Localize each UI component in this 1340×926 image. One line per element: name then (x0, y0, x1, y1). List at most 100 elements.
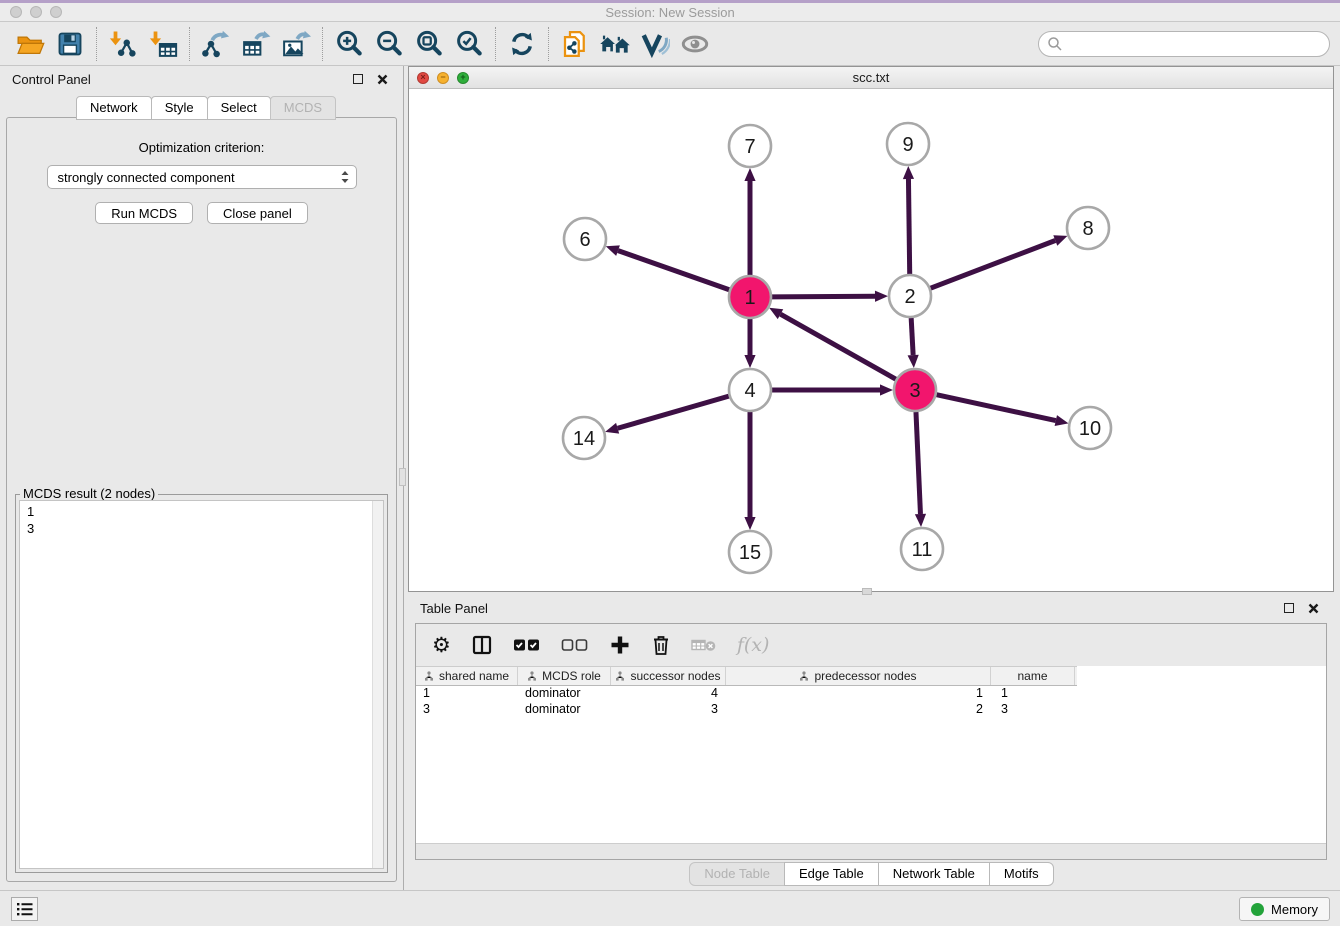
result-scrollbar[interactable] (372, 501, 383, 868)
graph-edge-4-14[interactable] (618, 396, 729, 428)
column-type-icon (799, 671, 809, 681)
export-image-button[interactable] (276, 25, 316, 63)
cell-shared-name[interactable]: 3 (416, 702, 518, 718)
table-tabs: Node Table Edge Table Network Table Moti… (408, 862, 1334, 886)
graph-edge-1-6[interactable] (618, 251, 729, 290)
cell-successor-nodes[interactable]: 4 (611, 686, 726, 702)
show-columns-button[interactable] (471, 634, 493, 656)
run-mcds-button[interactable]: Run MCDS (95, 202, 193, 224)
tab-network-table[interactable]: Network Table (878, 862, 990, 886)
zoom-out-button[interactable] (369, 25, 409, 63)
import-network-button[interactable] (103, 25, 143, 63)
trash-icon (651, 634, 671, 656)
graph-node-label: 7 (744, 136, 755, 158)
graph-edge-2-8[interactable] (931, 240, 1056, 288)
apply-style-button[interactable] (635, 25, 675, 63)
tab-style[interactable]: Style (151, 96, 208, 120)
tab-select[interactable]: Select (207, 96, 271, 120)
table-horizontal-scrollbar[interactable] (416, 843, 1326, 859)
column-header-predecessor-nodes[interactable]: predecessor nodes (726, 667, 991, 685)
refresh-icon (508, 30, 536, 58)
column-header-mcds-role[interactable]: MCDS role (518, 667, 611, 685)
vertical-splitter-grip[interactable] (399, 468, 406, 486)
tab-motifs[interactable]: Motifs (989, 862, 1054, 886)
graph-edge-arrowhead (903, 166, 914, 179)
cell-mcds-role[interactable]: dominator (518, 686, 611, 702)
float-panel-button[interactable] (349, 70, 367, 88)
close-icon (1308, 603, 1319, 614)
float-table-panel-button[interactable] (1280, 599, 1298, 617)
tab-mcds[interactable]: MCDS (270, 96, 336, 120)
show-hide-button[interactable] (675, 25, 715, 63)
close-table-panel-button[interactable] (1304, 599, 1322, 617)
graph-edge-arrowhead (744, 355, 755, 368)
tab-edge-table[interactable]: Edge Table (784, 862, 879, 886)
table-row[interactable]: 3 dominator 3 2 3 (416, 702, 1326, 718)
graph-edge-3-10[interactable] (936, 395, 1055, 421)
cell-successor-nodes[interactable]: 3 (611, 702, 726, 718)
criterion-dropdown[interactable]: strongly connected component (47, 165, 357, 189)
cell-predecessor-nodes[interactable]: 1 (726, 686, 991, 702)
function-builder-button[interactable]: f(x) (737, 634, 770, 656)
graph-edge-1-2[interactable] (772, 296, 875, 297)
import-table-button[interactable] (143, 25, 183, 63)
export-network-button[interactable] (196, 25, 236, 63)
open-folder-icon (15, 29, 45, 59)
create-column-button[interactable] (609, 634, 631, 656)
delete-table-button[interactable] (691, 637, 717, 653)
save-icon (56, 30, 84, 58)
cell-predecessor-nodes[interactable]: 2 (726, 702, 991, 718)
search-input[interactable] (1063, 36, 1321, 51)
apply-layout-button[interactable] (502, 25, 542, 63)
memory-status-icon (1251, 903, 1264, 916)
cell-name[interactable]: 1 (991, 686, 1075, 702)
zoom-selected-button[interactable] (449, 25, 489, 63)
tab-node-table[interactable]: Node Table (689, 862, 785, 886)
save-session-button[interactable] (50, 25, 90, 63)
home-button[interactable] (595, 25, 635, 63)
eye-icon (679, 29, 711, 59)
column-header-successor-nodes[interactable]: successor nodes (611, 667, 726, 685)
clone-network-button[interactable] (555, 25, 595, 63)
deselect-all-button[interactable] (561, 637, 589, 653)
network-window-titlebar[interactable]: × − + scc.txt (409, 67, 1333, 89)
close-panel-button-mcds[interactable]: Close panel (207, 202, 308, 224)
memory-button[interactable]: Memory (1239, 897, 1330, 921)
mcds-result-list[interactable]: 1 3 (19, 500, 384, 869)
graph-edge-arrowhead (915, 514, 926, 527)
select-all-button[interactable] (513, 637, 541, 653)
table-row[interactable]: 1 dominator 4 1 1 (416, 686, 1326, 702)
table-settings-button[interactable]: ⚙ (432, 635, 451, 656)
graph-edge-3-11[interactable] (916, 412, 920, 514)
tab-network[interactable]: Network (76, 96, 152, 120)
float-icon (1284, 603, 1294, 613)
dropdown-stepper-icon (340, 169, 350, 185)
column-header-name[interactable]: name (991, 667, 1075, 685)
column-header-shared-name[interactable]: shared name (416, 667, 518, 685)
delete-table-icon (691, 637, 717, 653)
graph-edge-3-1[interactable] (780, 314, 895, 379)
network-canvas[interactable]: 7968124314101511 (409, 89, 1333, 590)
search-box[interactable] (1038, 31, 1330, 57)
graph-edge-2-9[interactable] (908, 179, 909, 274)
mcds-result-title: MCDS result (2 nodes) (20, 486, 158, 501)
export-table-button[interactable] (236, 25, 276, 63)
control-panel-tabs: Network Style Select MCDS (76, 96, 335, 120)
cell-name[interactable]: 3 (991, 702, 1075, 718)
cell-shared-name[interactable]: 1 (416, 686, 518, 702)
graph-node-label: 4 (744, 380, 755, 402)
search-icon (1047, 36, 1063, 52)
task-history-button[interactable] (11, 897, 38, 921)
graph-edge-2-3[interactable] (911, 318, 913, 355)
export-image-icon (281, 29, 311, 59)
cell-mcds-role[interactable]: dominator (518, 702, 611, 718)
delete-column-button[interactable] (651, 634, 671, 656)
zoom-in-button[interactable] (329, 25, 369, 63)
column-type-icon (424, 671, 434, 681)
zoom-fit-button[interactable] (409, 25, 449, 63)
open-session-button[interactable] (10, 25, 50, 63)
clone-network-icon (560, 29, 590, 59)
optimization-criterion-label: Optimization criterion: (7, 140, 396, 155)
close-panel-button[interactable] (373, 70, 391, 88)
horizontal-splitter-grip[interactable] (862, 588, 872, 595)
